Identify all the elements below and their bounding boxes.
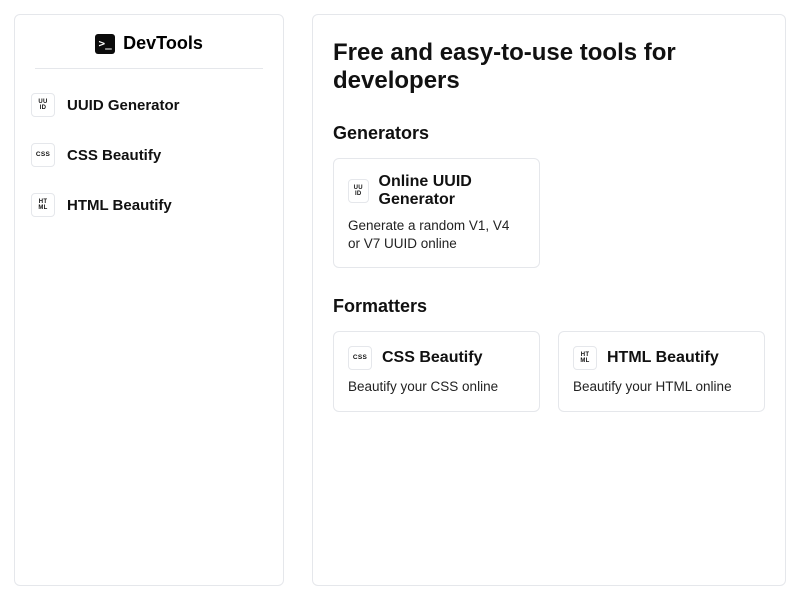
card-description: Beautify your CSS online: [348, 378, 525, 396]
card-description: Generate a random V1, V4 or V7 UUID onli…: [348, 217, 525, 253]
css-icon: CSS: [348, 346, 372, 370]
divider: [35, 68, 263, 69]
card-header: HT ML HTML Beautify: [573, 346, 750, 370]
card-html-beautify[interactable]: HT ML HTML Beautify Beautify your HTML o…: [558, 331, 765, 411]
card-header: CSS CSS Beautify: [348, 346, 525, 370]
generators-grid: UU ID Online UUID Generator Generate a r…: [333, 158, 765, 268]
card-title: Online UUID Generator: [379, 173, 526, 209]
card-header: UU ID Online UUID Generator: [348, 173, 525, 209]
section-formatters: Formatters CSS CSS Beautify Beautify you…: [333, 296, 765, 411]
card-uuid-generator[interactable]: UU ID Online UUID Generator Generate a r…: [333, 158, 540, 268]
main-content: Free and easy-to-use tools for developer…: [312, 14, 786, 586]
section-heading: Formatters: [333, 296, 765, 317]
sidebar-nav: UU ID UUID Generator CSS CSS Beautify HT…: [25, 83, 273, 227]
sidebar-item-html-beautify[interactable]: HT ML HTML Beautify: [25, 183, 273, 227]
sidebar-item-label: CSS Beautify: [67, 147, 161, 164]
uuid-icon: UU ID: [31, 93, 55, 117]
brand[interactable]: >_ DevTools: [25, 33, 273, 68]
page-title: Free and easy-to-use tools for developer…: [333, 39, 765, 95]
html-icon: HT ML: [573, 346, 597, 370]
terminal-icon: >_: [95, 34, 115, 54]
brand-name: DevTools: [123, 33, 203, 54]
formatters-grid: CSS CSS Beautify Beautify your CSS onlin…: [333, 331, 765, 411]
card-title: CSS Beautify: [382, 349, 482, 367]
sidebar-item-uuid-generator[interactable]: UU ID UUID Generator: [25, 83, 273, 127]
sidebar-item-label: HTML Beautify: [67, 197, 172, 214]
sidebar: >_ DevTools UU ID UUID Generator CSS CSS…: [14, 14, 284, 586]
html-icon: HT ML: [31, 193, 55, 217]
section-generators: Generators UU ID Online UUID Generator G…: [333, 123, 765, 268]
card-description: Beautify your HTML online: [573, 378, 750, 396]
sidebar-item-label: UUID Generator: [67, 97, 180, 114]
section-heading: Generators: [333, 123, 765, 144]
card-title: HTML Beautify: [607, 349, 719, 367]
sidebar-item-css-beautify[interactable]: CSS CSS Beautify: [25, 133, 273, 177]
card-css-beautify[interactable]: CSS CSS Beautify Beautify your CSS onlin…: [333, 331, 540, 411]
css-icon: CSS: [31, 143, 55, 167]
uuid-icon: UU ID: [348, 179, 369, 203]
